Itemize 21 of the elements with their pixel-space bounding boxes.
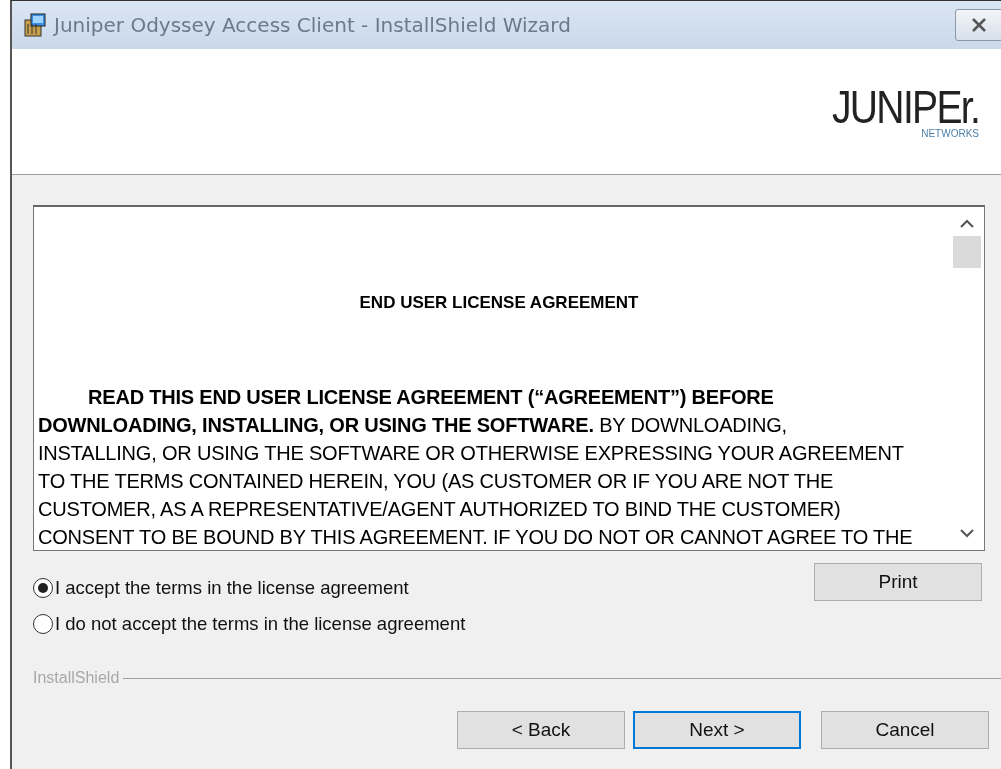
close-button[interactable] bbox=[955, 9, 1001, 41]
scroll-down-icon[interactable] bbox=[960, 529, 974, 538]
wizard-button[interactable]: Next > bbox=[633, 711, 801, 749]
scroll-thumb[interactable] bbox=[953, 236, 981, 268]
wizard-button[interactable]: < Back bbox=[457, 711, 625, 749]
radio-option[interactable]: I accept the terms in the license agreement bbox=[33, 577, 466, 599]
radio-option[interactable]: I do not accept the terms in the license agreement bbox=[33, 613, 466, 635]
print-button[interactable]: Print bbox=[814, 563, 982, 601]
scroll-up-icon[interactable] bbox=[960, 219, 974, 228]
window-title: Juniper Odyssey Access Client - InstallShield Wizard bbox=[54, 13, 571, 37]
license-heading: END USER LICENSE AGREEMENT bbox=[358, 293, 640, 313]
license-text-box[interactable] bbox=[33, 205, 985, 551]
radio-circle[interactable] bbox=[33, 614, 53, 634]
installer-box-icon bbox=[22, 12, 48, 38]
logo-wordmark: JUNIPEr. bbox=[831, 84, 979, 130]
installshield-label: InstallShield bbox=[33, 669, 120, 687]
logo-tagline: NETWORKS bbox=[921, 128, 979, 139]
license-paragraph: READ THIS END USER LICENSE AGREEMENT (“AGREEMENT”) BEFORE DOWNLOADING, INSTALLING, OR USING THE SOFTWARE. BY DOWNLOADING, INSTALLING, OR USING THE SOFTWARE OR OTHERWISE EXPRESSING YOUR AGREEMENT TO THE TERMS CONTAINED HEREIN, YOU (AS CUSTOMER OR IF YOU ARE NOT THE CUSTOMER, AS A REPRESENTATIVE/AGENT AUTHORIZED TO BIND THE CUSTOMER) CONSENT TO BE BOUND BY THIS AGREEMENT. IF YOU DO NOT OR CANNOT AGREE TO THE bbox=[38, 385, 914, 550]
wizard-button[interactable]: Cancel bbox=[821, 711, 989, 749]
close-icon bbox=[971, 18, 987, 32]
radio-circle[interactable] bbox=[33, 578, 53, 598]
